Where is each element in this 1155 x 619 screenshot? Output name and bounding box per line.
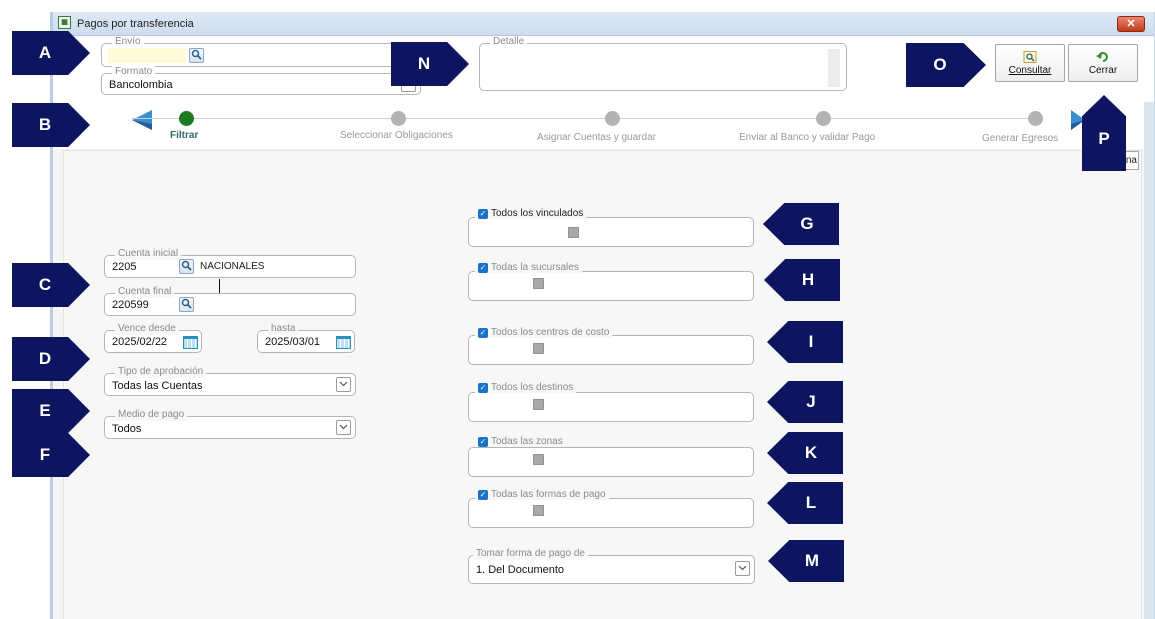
zonas-checkbox[interactable]: ✓ Todas las zonas [475, 436, 566, 447]
vence-desde-field[interactable]: Vence desde 2025/02/22 [104, 323, 202, 353]
centros-label: Todos los centros de costo [491, 327, 610, 338]
sucursales-checkbox[interactable]: ✓ Todas la sucursales [475, 262, 582, 273]
zonas-selector[interactable] [533, 454, 544, 465]
formato-field[interactable]: Formato Bancolombia [101, 66, 421, 95]
partial-button-text: na [1125, 155, 1137, 166]
tomar-forma-pago-value: 1. Del Documento [476, 564, 565, 576]
stepper-prev-arrow[interactable] [130, 108, 154, 132]
hasta-legend: hasta [268, 323, 299, 335]
checkmark-icon: ✓ [478, 208, 488, 219]
envio-field[interactable]: Envío [101, 36, 421, 67]
step-label-filtrar: Filtrar [170, 130, 199, 141]
zonas-group [468, 447, 754, 477]
zonas-label: Todas las zonas [491, 436, 563, 447]
tomar-forma-pago-legend: Tomar forma de pago de [473, 548, 588, 560]
checkmark-icon: ✓ [478, 262, 488, 273]
tipo-aprobacion-value: Todas las Cuentas [112, 380, 203, 392]
step-label-enviar: Enviar al Banco y validar Pago [739, 132, 876, 143]
formato-value: Bancolombia [109, 79, 173, 91]
undo-arrow-icon [1096, 51, 1110, 63]
centros-selector[interactable] [533, 343, 544, 354]
title-bar: ▦ Pagos por transferencia ✕ [53, 12, 1154, 36]
envio-search-icon[interactable] [189, 48, 204, 63]
cuenta-final-search-icon[interactable] [179, 297, 194, 312]
checkmark-icon: ✓ [478, 489, 488, 500]
hasta-value: 2025/03/01 [265, 336, 321, 348]
sucursales-group [468, 271, 754, 301]
cuenta-final-field[interactable]: Cuenta final 220599 [104, 286, 356, 316]
formas-label: Todas las formas de pago [491, 489, 606, 500]
cuenta-inicial-value: 2205 [112, 261, 137, 273]
tipo-aprobacion-legend: Tipo de aprobación [115, 366, 207, 378]
cuenta-inicial-field[interactable]: Cuenta inicial 2205 NACIONALES [104, 248, 356, 278]
search-icon [1023, 51, 1037, 63]
scrollbar-strip[interactable] [1144, 102, 1154, 619]
checkmark-icon: ✓ [478, 382, 488, 393]
vence-desde-legend: Vence desde [115, 323, 179, 335]
destinos-selector[interactable] [533, 399, 544, 410]
cuenta-final-legend: Cuenta final [115, 286, 175, 298]
vence-desde-calendar-icon[interactable] [183, 336, 198, 349]
cerrar-label: Cerrar [1088, 65, 1118, 76]
tomar-forma-pago-select[interactable]: Tomar forma de pago de 1. Del Documento [468, 548, 755, 584]
medio-pago-select[interactable]: Medio de pago Todos [104, 409, 356, 439]
step-label-seleccionar: Seleccionar Obligaciones [340, 130, 453, 141]
detalle-field[interactable]: Detalle [479, 36, 847, 91]
detalle-legend: Detalle [490, 36, 528, 48]
formato-legend: Formato [112, 66, 156, 78]
close-window-button[interactable]: ✕ [1117, 16, 1145, 32]
checkmark-icon: ✓ [478, 436, 488, 447]
hasta-calendar-icon[interactable] [336, 336, 351, 349]
vinculados-checkbox[interactable]: ✓ Todos los vinculados [475, 208, 587, 219]
detalle-scrollbar[interactable] [828, 49, 840, 87]
formas-checkbox[interactable]: ✓ Todas las formas de pago [475, 489, 609, 500]
destinos-checkbox[interactable]: ✓ Todos los destinos [475, 382, 577, 393]
centros-group [468, 335, 754, 365]
step-dot-generar [1028, 111, 1043, 126]
vinculados-group [468, 217, 754, 247]
step-label-asignar: Asignar Cuentas y guardar [537, 132, 656, 143]
medio-pago-legend: Medio de pago [115, 409, 188, 421]
destinos-group [468, 392, 754, 422]
hasta-field[interactable]: hasta 2025/03/01 [257, 323, 355, 353]
envio-legend: Envío [112, 36, 144, 48]
stepper-track [132, 118, 1038, 119]
cuenta-inicial-legend: Cuenta inicial [115, 248, 182, 260]
step-label-generar: Generar Egresos [982, 133, 1059, 144]
sucursales-label: Todas la sucursales [491, 262, 579, 273]
window-title: Pagos por transferencia [77, 18, 194, 30]
tomar-forma-pago-chevron-down-icon[interactable] [735, 561, 750, 576]
formas-selector[interactable] [533, 505, 544, 516]
step-dot-filtrar [179, 111, 194, 126]
step-dot-enviar [816, 111, 831, 126]
cuenta-inicial-name: NACIONALES [200, 261, 265, 272]
medio-pago-value: Todos [112, 423, 142, 435]
cuenta-inicial-search-icon[interactable] [179, 259, 194, 274]
app-icon: ▦ [58, 16, 71, 29]
vinculados-label: Todos los vinculados [491, 208, 584, 219]
tipo-aprobacion-select[interactable]: Tipo de aprobación Todas las Cuentas [104, 366, 356, 396]
medio-pago-chevron-down-icon[interactable] [336, 420, 351, 435]
tipo-aprobacion-chevron-down-icon[interactable] [336, 377, 351, 392]
centros-checkbox[interactable]: ✓ Todos los centros de costo [475, 327, 613, 338]
envio-input[interactable] [108, 48, 186, 63]
destinos-label: Todos los destinos [491, 382, 574, 393]
consultar-button[interactable]: Consultar [995, 44, 1065, 82]
vence-desde-value: 2025/02/22 [112, 336, 168, 348]
consultar-label: Consultar [1008, 65, 1052, 76]
cerrar-button[interactable]: Cerrar [1068, 44, 1138, 82]
sucursales-selector[interactable] [533, 278, 544, 289]
checkmark-icon: ✓ [478, 327, 488, 338]
cuenta-final-value: 220599 [112, 299, 149, 311]
step-dot-asignar [605, 111, 620, 126]
vinculados-selector[interactable] [568, 227, 579, 238]
formas-group [468, 498, 754, 528]
step-dot-seleccionar [391, 111, 406, 126]
